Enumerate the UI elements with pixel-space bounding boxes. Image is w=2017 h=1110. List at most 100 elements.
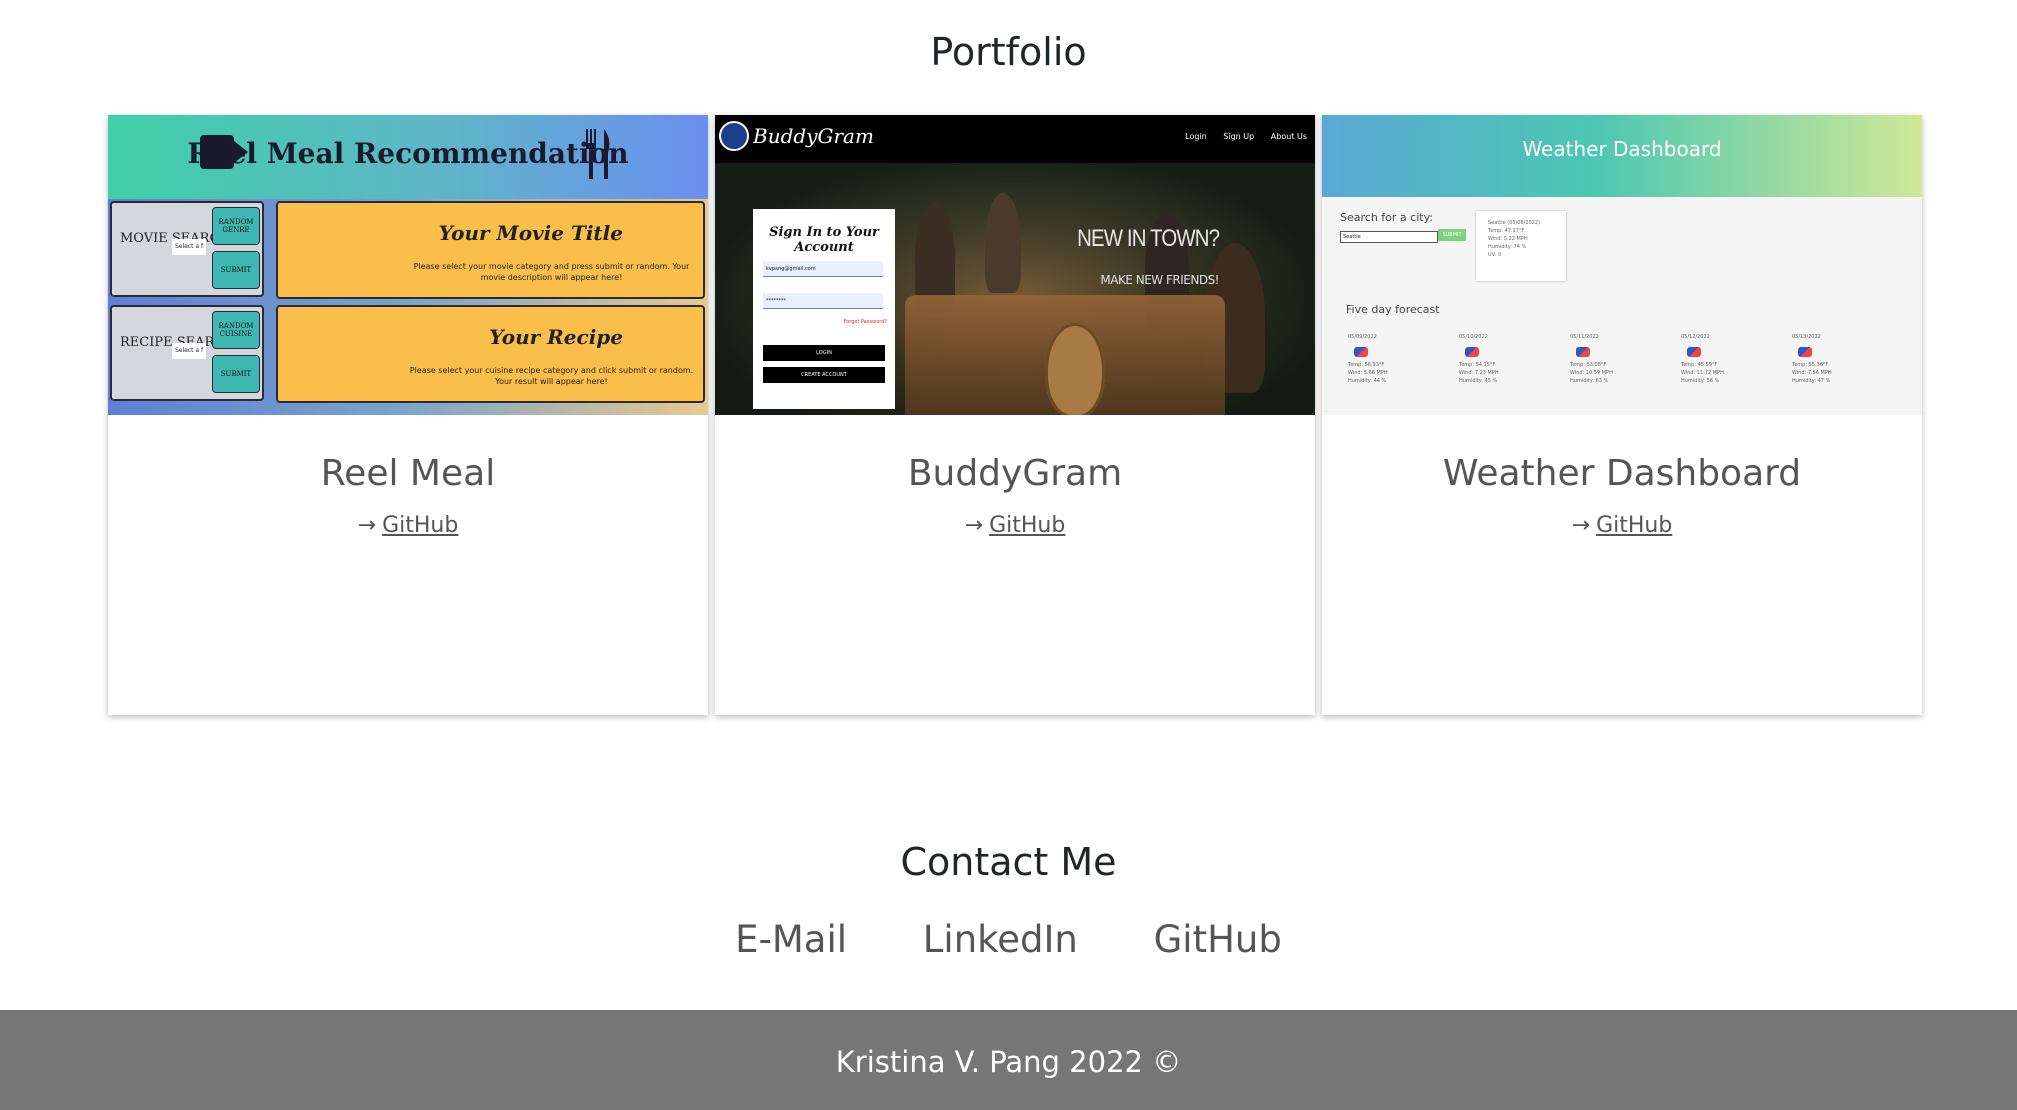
forecast-humidity: Humidity: 63 % bbox=[1570, 378, 1609, 384]
password-field: ******** bbox=[763, 293, 883, 309]
weather-submit-button: SUBMIT bbox=[1438, 229, 1466, 241]
current-wind: Wind: 5.22 MPH bbox=[1488, 236, 1528, 242]
buddygram-headline: NEW IN TOWN? bbox=[1076, 225, 1220, 252]
recipe-search-panel: RECIPE SEARCH Select a f RANDOM CUISINE … bbox=[110, 305, 264, 401]
forecast-title: Five day forecast bbox=[1346, 303, 1440, 316]
weather-icon bbox=[1354, 347, 1368, 357]
project-link-row: → GitHub bbox=[108, 513, 708, 538]
arrow-right-icon: → bbox=[964, 513, 984, 538]
forecast-temp: Temp: 55.36°F bbox=[1792, 362, 1829, 368]
weather-title: Weather Dashboard bbox=[1522, 137, 1722, 161]
github-link[interactable]: GitHub bbox=[382, 513, 458, 538]
project-name: BuddyGram bbox=[907, 453, 1123, 494]
project-name: Weather Dashboard bbox=[1442, 453, 1802, 494]
forecast-date: 05/12/2022 bbox=[1681, 334, 1710, 340]
arrow-right-icon: → bbox=[1571, 513, 1591, 538]
weather-icon bbox=[1465, 347, 1479, 357]
current-weather-box: Seattle (05/08/2022) Temp: 47.17°F Wind:… bbox=[1476, 211, 1566, 281]
fork-knife-icon bbox=[586, 129, 610, 179]
photo-person bbox=[985, 193, 1021, 293]
nav-login: Login bbox=[1185, 132, 1207, 141]
contact-links: E-Mail LinkedIn GitHub bbox=[0, 918, 2017, 961]
project-card-buddygram: BuddyGram Login Sign Up About Us NEW IN … bbox=[715, 115, 1315, 715]
forecast-wind: Wind: 7.56 MPH bbox=[1792, 370, 1832, 376]
forecast-day: 05/11/2022 Temp: 53.08°F Wind: 10.59 MPH… bbox=[1570, 333, 1630, 385]
email-link[interactable]: E-Mail bbox=[735, 918, 847, 961]
portfolio-cards: Reel Meal Recommendation MOVIE SEARCH Se… bbox=[108, 115, 1923, 715]
project-card-reel-meal: Reel Meal Recommendation MOVIE SEARCH Se… bbox=[108, 115, 708, 715]
login-button: LOGIN bbox=[763, 345, 885, 361]
forecast-humidity: Humidity: 44 % bbox=[1348, 378, 1387, 384]
linkedin-link[interactable]: LinkedIn bbox=[923, 918, 1078, 961]
project-thumbnail-weather-dashboard[interactable]: Weather Dashboard Search for a city: Sea… bbox=[1322, 115, 1922, 415]
city-input: Seattle bbox=[1340, 231, 1438, 243]
reel-meal-title: Reel Meal Recommendation bbox=[187, 137, 629, 170]
forecast-wind: Wind: 10.59 MPH bbox=[1570, 370, 1613, 376]
forecast-date: 05/11/2022 bbox=[1570, 334, 1599, 340]
reel-meal-header: Reel Meal Recommendation bbox=[108, 115, 708, 199]
github-link[interactable]: GitHub bbox=[989, 513, 1065, 538]
buddygram-nav-links: Login Sign Up About Us bbox=[1171, 132, 1307, 141]
forecast-temp: Temp: 54.15°F bbox=[1459, 362, 1496, 368]
forecast-temp: Temp: 56.93°F bbox=[1348, 362, 1385, 368]
forecast-humidity: Humidity: 45 % bbox=[1459, 378, 1498, 384]
photo-lute bbox=[1045, 323, 1105, 415]
forecast-wind: Wind: 5.66 MPH bbox=[1348, 370, 1388, 376]
forecast-day: 05/09/2022 Temp: 56.93°F Wind: 5.66 MPH … bbox=[1348, 333, 1408, 385]
movie-select: Select a f bbox=[172, 239, 206, 255]
project-card-weather-dashboard: Weather Dashboard Search for a city: Sea… bbox=[1322, 115, 1922, 715]
recipe-select: Select a f bbox=[172, 343, 206, 359]
recipe-result-panel: Your Recipe Please select your cuisine r… bbox=[276, 305, 705, 403]
weather-icon bbox=[1576, 347, 1590, 357]
arrow-right-icon: → bbox=[357, 513, 377, 538]
weather-icon bbox=[1687, 347, 1701, 357]
movie-heading: Your Movie Title bbox=[438, 221, 623, 245]
recipe-submit-button: SUBMIT bbox=[212, 355, 260, 393]
nav-signup: Sign Up bbox=[1223, 132, 1255, 141]
forecast-day: 05/12/2022 Temp: 45.59°F Wind: 11.72 MPH… bbox=[1681, 333, 1741, 385]
current-uv: UV: 0 bbox=[1488, 252, 1502, 258]
project-link-row: → GitHub bbox=[715, 513, 1315, 538]
forgot-password-link: Forgot Password? bbox=[843, 319, 887, 325]
project-thumbnail-reel-meal[interactable]: Reel Meal Recommendation MOVIE SEARCH Se… bbox=[108, 115, 708, 415]
buddygram-logo-text: BuddyGram bbox=[753, 124, 874, 148]
buddygram-subheadline: MAKE NEW FRIENDS! bbox=[1100, 273, 1219, 287]
movie-text: Please select your movie category and pr… bbox=[413, 262, 690, 282]
weather-body: Search for a city: Seattle SUBMIT Seattl… bbox=[1322, 197, 1922, 415]
forecast-wind: Wind: 7.23 MPH bbox=[1459, 370, 1499, 376]
recipe-text: Please select your cuisine recipe catego… bbox=[409, 366, 694, 386]
buddygram-signin-form: Sign In to Your Account kvpang@gmail.com… bbox=[753, 209, 895, 409]
footer-copyright: Kristina V. Pang 2022 © bbox=[835, 1045, 1182, 1079]
forecast-date: 05/10/2022 bbox=[1459, 334, 1488, 340]
buddygram-navbar: BuddyGram Login Sign Up About Us bbox=[715, 115, 1315, 163]
reel-meal-body: MOVIE SEARCH Select a f RANDOM GENRE SUB… bbox=[108, 199, 708, 415]
portfolio-title: Portfolio bbox=[930, 30, 1087, 74]
project-link-row: → GitHub bbox=[1322, 513, 1922, 538]
create-account-button: CREATE ACCOUNT bbox=[763, 367, 885, 383]
forecast-date: 05/09/2022 bbox=[1348, 334, 1377, 340]
forecast-humidity: Humidity: 56 % bbox=[1681, 378, 1720, 384]
forecast-wind: Wind: 11.72 MPH bbox=[1681, 370, 1724, 376]
buddygram-logo-icon bbox=[719, 121, 749, 151]
email-field: kvpang@gmail.com bbox=[763, 261, 883, 277]
footer: Kristina V. Pang 2022 © bbox=[0, 1010, 2017, 1110]
signin-title: Sign In to Your Account bbox=[769, 225, 879, 255]
forecast-day: 05/13/2022 Temp: 55.36°F Wind: 7.56 MPH … bbox=[1792, 333, 1852, 385]
project-name: Reel Meal bbox=[320, 453, 496, 494]
current-humidity: Humidity: 74 % bbox=[1488, 244, 1527, 250]
movie-submit-button: SUBMIT bbox=[212, 251, 260, 289]
forecast-day: 05/10/2022 Temp: 54.15°F Wind: 7.23 MPH … bbox=[1459, 333, 1519, 385]
project-thumbnail-buddygram[interactable]: BuddyGram Login Sign Up About Us NEW IN … bbox=[715, 115, 1315, 415]
github-link[interactable]: GitHub bbox=[1596, 513, 1672, 538]
random-cuisine-button: RANDOM CUISINE bbox=[212, 311, 260, 349]
github-contact-link[interactable]: GitHub bbox=[1154, 918, 1282, 961]
forecast-temp: Temp: 45.59°F bbox=[1681, 362, 1718, 368]
current-temp: Temp: 47.17°F bbox=[1488, 228, 1525, 234]
forecast-humidity: Humidity: 47 % bbox=[1792, 378, 1831, 384]
movie-search-panel: MOVIE SEARCH Select a f RANDOM GENRE SUB… bbox=[110, 201, 264, 297]
random-genre-button: RANDOM GENRE bbox=[212, 207, 260, 245]
weather-header: Weather Dashboard bbox=[1322, 115, 1922, 197]
nav-about: About Us bbox=[1270, 132, 1307, 141]
forecast-date: 05/13/2022 bbox=[1792, 334, 1821, 340]
current-city: Seattle (05/08/2022) bbox=[1488, 220, 1541, 226]
